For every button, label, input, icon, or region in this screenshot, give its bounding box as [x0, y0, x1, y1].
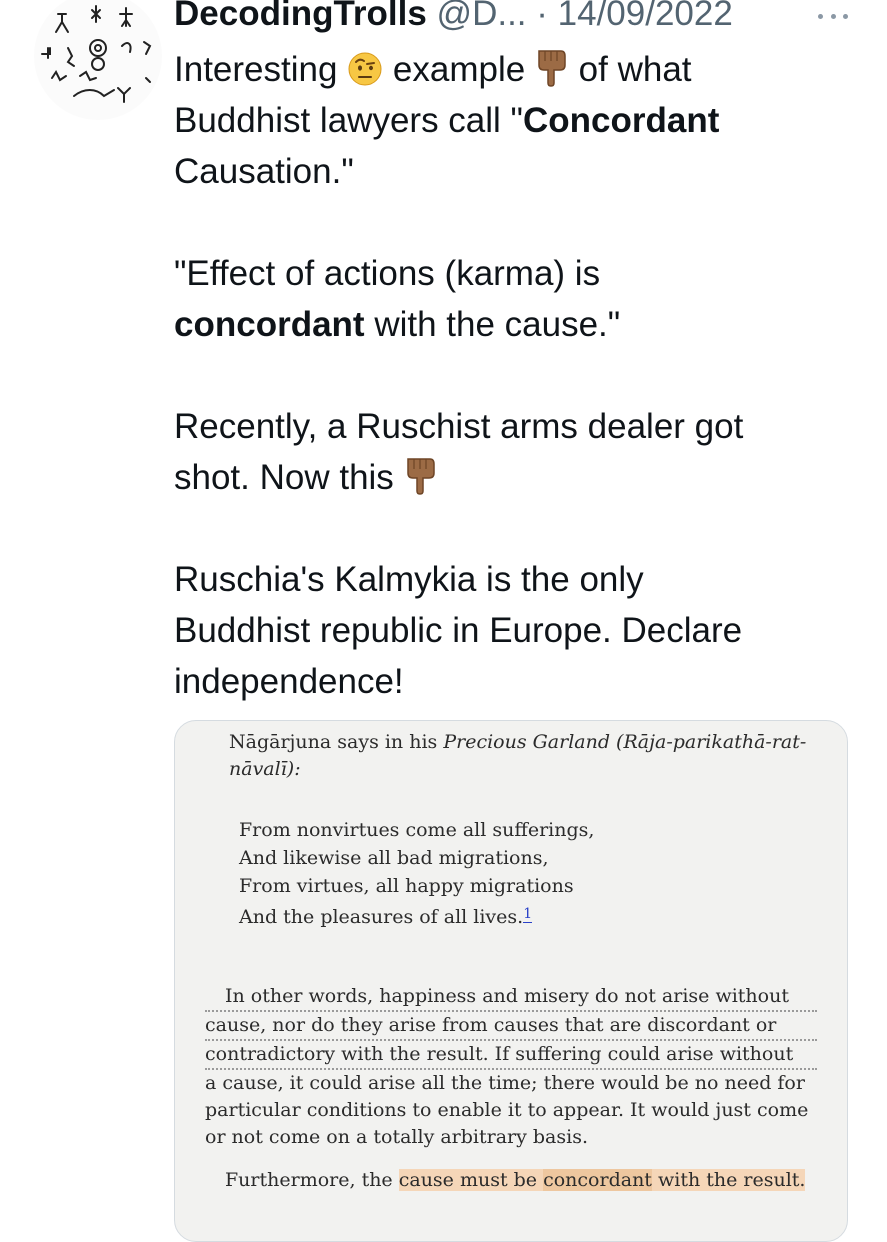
verse-line: And the pleasures of all lives.1: [239, 906, 533, 928]
footnote-link[interactable]: 1: [523, 906, 533, 923]
tweet-paragraph-3: Recently, a Ruschist arms dealer got sho…: [174, 407, 744, 497]
book-intro: Nāgārjuna says in his Precious Garland (…: [229, 731, 807, 780]
paragraph-line: a cause, it could arise all the time; th…: [205, 1072, 805, 1094]
separator-dot: ·: [536, 0, 548, 33]
highlighted-text: cause must be: [398, 1169, 544, 1191]
more-options-icon[interactable]: [818, 12, 848, 20]
book-verse: From nonvirtues come all sufferings, And…: [239, 816, 799, 931]
highlighted-text: concordant: [543, 1169, 652, 1191]
verse-line: From nonvirtues come all sufferings,: [239, 819, 595, 841]
face-with-raised-eyebrow-emoji: [348, 52, 382, 86]
tweet-text: Interesting example of what Buddhist law…: [174, 44, 864, 707]
tweet-paragraph-2: "Effect of actions (karma) is concordant…: [174, 254, 621, 344]
book-last-line: Furthermore, the cause must be concordan…: [225, 1169, 806, 1191]
verse-line: From virtues, all happy migrations: [239, 875, 574, 897]
avatar[interactable]: [34, 0, 162, 120]
paragraph-line: contradictory with the result. If suffer…: [205, 1041, 817, 1070]
tweet-paragraph-4: Ruschia's Kalmykia is the only Buddhist …: [174, 560, 743, 701]
tweet-date[interactable]: 14/09/2022: [558, 0, 733, 33]
paragraph-line: In other words, happiness and misery do …: [205, 983, 817, 1012]
backhand-index-pointing-down-emoji: [406, 458, 435, 495]
paragraph-line: or not come on a totally arbitrary basis…: [205, 1126, 588, 1148]
tweet-header: DecodingTrolls @D... · 14/09/2022: [174, 0, 887, 36]
tweet-media-image[interactable]: Nāgārjuna says in his Precious Garland (…: [174, 720, 848, 1242]
book-paragraph: In other words, happiness and misery do …: [205, 983, 817, 1151]
highlighted-text: with the result.: [651, 1169, 806, 1191]
paragraph-line: cause, nor do they arise from causes tha…: [205, 1012, 817, 1041]
user-handle[interactable]: @D...: [437, 0, 527, 33]
verse-line: And likewise all bad migrations,: [239, 847, 549, 869]
backhand-index-pointing-down-emoji: [538, 50, 566, 87]
paragraph-line: particular conditions to enable it to ap…: [205, 1099, 809, 1121]
display-name[interactable]: DecodingTrolls: [174, 0, 427, 33]
tweet-paragraph-1: Interesting example of what Buddhist law…: [174, 44, 864, 197]
rock-art-avatar-image: [41, 5, 152, 103]
